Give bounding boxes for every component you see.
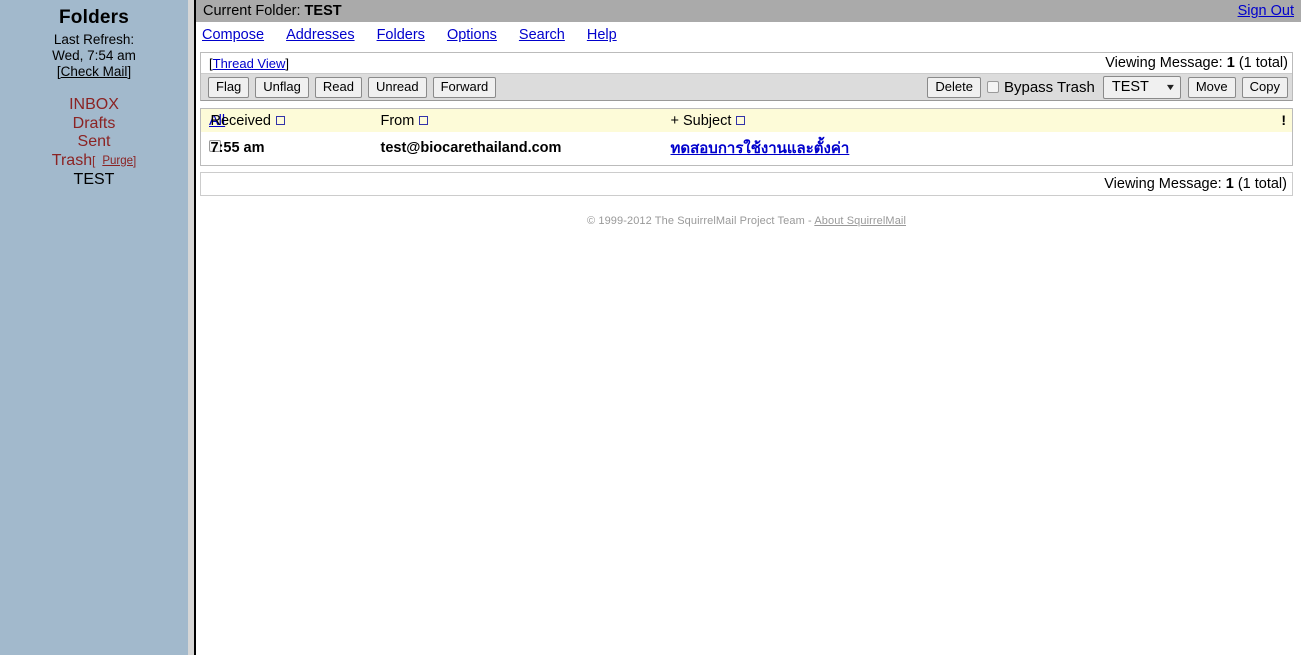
page-footer: © 1999-2012 The SquirrelMail Project Tea… [200, 215, 1293, 227]
footer-copyright: © 1999-2012 The SquirrelMail Project Tea… [586, 215, 812, 227]
folder-link-test[interactable]: TEST [74, 171, 115, 188]
viewing-message-top: Viewing Message: 1 (1 total) [1105, 55, 1288, 71]
header-received-label: Received [210, 112, 271, 129]
row-from: test@biocarethailand.com [380, 132, 671, 166]
sign-out-link[interactable]: Sign Out [1238, 3, 1294, 19]
header-from-cell[interactable]: From [380, 108, 671, 132]
viewing-number-bottom: 1 [1225, 176, 1234, 192]
folder-list: INBOX Drafts Sent Trash[ Purge] TEST [0, 96, 188, 190]
bypass-trash-checkbox[interactable] [986, 81, 999, 93]
row-date: 7:55 am [210, 132, 381, 166]
folder-link-trash[interactable]: Trash [52, 152, 92, 169]
main-menu-bar: Compose Addresses Folders Options Search… [196, 22, 1301, 46]
header-flag-cell: ! [1278, 108, 1293, 132]
message-header-row: All Received From + Subject ! [200, 108, 1293, 132]
folder-item-sent[interactable]: Sent [0, 133, 188, 152]
toolbar-left-group: Flag Unflag Read Unread Forward [208, 76, 502, 98]
row-checkbox-cell[interactable] [200, 132, 221, 166]
about-squirrelmail-link[interactable]: About SquirrelMail [814, 215, 906, 227]
purge-link[interactable]: Purge [102, 155, 133, 167]
main-content: Current Folder: TEST Sign Out Compose Ad… [196, 0, 1301, 655]
sort-subject-icon[interactable] [736, 115, 746, 125]
read-button[interactable]: Read [314, 76, 362, 98]
move-button[interactable]: Move [1187, 76, 1236, 98]
current-folder-group: Current Folder: TEST [203, 3, 342, 19]
header-subject-cell[interactable]: + Subject [670, 108, 1279, 132]
menu-item-addresses[interactable]: Addresses [286, 27, 355, 43]
row-flag-cell [1278, 132, 1293, 166]
current-folder-label: Current Folder: [203, 3, 301, 19]
folder-link-inbox[interactable]: INBOX [69, 96, 119, 113]
sort-received-icon[interactable] [275, 115, 285, 125]
folder-link-drafts[interactable]: Drafts [73, 115, 116, 132]
thread-view-group: [Thread View] [209, 56, 289, 71]
menu-item-search[interactable]: Search [519, 27, 565, 43]
viewing-prefix-bottom: Viewing Message: [1104, 176, 1222, 192]
unflag-button[interactable]: Unflag [255, 76, 309, 98]
message-list-body: 7:55 am test@biocarethailand.com ทดสอบกา… [200, 132, 1293, 166]
header-all-cell: All [200, 108, 225, 132]
purge-bracket-close: ] [133, 155, 137, 168]
viewing-prefix-top: Viewing Message: [1105, 55, 1223, 71]
menu-item-folders[interactable]: Folders [377, 27, 425, 43]
viewing-message-bottom-bar: Viewing Message: 1 (1 total) [200, 172, 1293, 196]
folder-item-drafts[interactable]: Drafts [0, 115, 188, 134]
header-received-cell[interactable]: Received [210, 108, 381, 132]
current-folder-bar: Current Folder: TEST Sign Out [196, 0, 1301, 22]
target-folder-value: TEST [1111, 79, 1149, 95]
bypass-trash-label: Bypass Trash [1003, 78, 1095, 96]
message-list-header: All Received From + Subject ! [200, 108, 1293, 132]
menu-item-help[interactable]: Help [587, 27, 617, 43]
sidebar-scrollbar[interactable] [188, 0, 196, 655]
target-folder-select[interactable]: TEST ▼ [1102, 75, 1181, 99]
folders-sidebar: Folders Last Refresh: Wed, 7:54 am [Chec… [0, 0, 188, 655]
last-refresh-value: Wed, 7:54 am [52, 47, 136, 63]
content-wrapper: [Thread View] Viewing Message: 1 (1 tota… [196, 46, 1301, 227]
viewing-total-bottom: (1 total) [1237, 176, 1287, 192]
flag-column-icon: ! [1281, 112, 1286, 128]
delete-button[interactable]: Delete [927, 76, 981, 98]
purge-bracket-open: [ [92, 155, 96, 168]
panel-top-row: [Thread View] Viewing Message: 1 (1 tota… [201, 53, 1292, 73]
message-subject-link[interactable]: ทดสอบการใช้งานและตั้งค่า [671, 140, 850, 157]
viewing-total-top: (1 total) [1238, 55, 1288, 71]
header-subject-label: Subject [683, 112, 732, 129]
forward-button[interactable]: Forward [432, 76, 497, 98]
toolbar-right-group: Delete Bypass Trash TEST ▼ Move Copy [927, 75, 1288, 99]
folders-title: Folders [58, 7, 130, 28]
check-mail-row: [Check Mail] [0, 63, 188, 80]
sort-from-icon[interactable] [419, 115, 429, 125]
message-control-panel: [Thread View] Viewing Message: 1 (1 tota… [200, 52, 1293, 101]
panel-toolbar-row: Flag Unflag Read Unread Forward Delete B… [201, 73, 1292, 100]
header-from-label: From [380, 112, 415, 129]
last-refresh-label: Last Refresh: [53, 32, 135, 47]
bracket-close: ] [127, 64, 132, 79]
folder-link-sent[interactable]: Sent [78, 133, 111, 150]
check-mail-link[interactable]: Check Mail [61, 64, 128, 79]
folder-item-test[interactable]: TEST [0, 171, 188, 190]
header-subject-plus: + [670, 112, 679, 129]
folder-item-trash[interactable]: Trash[ Purge] [0, 152, 188, 172]
viewing-number-top: 1 [1226, 55, 1235, 71]
squirrelmail-app: Folders Last Refresh: Wed, 7:54 am [Chec… [0, 0, 1301, 655]
thread-bracket-close: ] [285, 55, 289, 71]
viewing-message-bottom: Viewing Message: 1 (1 total) [1104, 176, 1287, 192]
flag-button[interactable]: Flag [208, 76, 250, 98]
row-subject-cell[interactable]: ทดสอบการใช้งานและตั้งค่า [670, 132, 1279, 166]
copy-button[interactable]: Copy [1241, 76, 1288, 98]
folder-item-inbox[interactable]: INBOX [0, 96, 188, 115]
message-list-table: All Received From + Subject ! 7:55 am te… [200, 108, 1293, 166]
chevron-down-icon: ▼ [1164, 82, 1177, 92]
menu-item-compose[interactable]: Compose [202, 27, 264, 43]
menu-item-options[interactable]: Options [447, 27, 497, 43]
table-row[interactable]: 7:55 am test@biocarethailand.com ทดสอบกา… [200, 132, 1293, 166]
current-folder-value: TEST [304, 3, 342, 19]
unread-button[interactable]: Unread [367, 76, 427, 98]
thread-view-link[interactable]: Thread View [213, 56, 286, 71]
bypass-trash-group[interactable]: Bypass Trash [986, 78, 1095, 96]
